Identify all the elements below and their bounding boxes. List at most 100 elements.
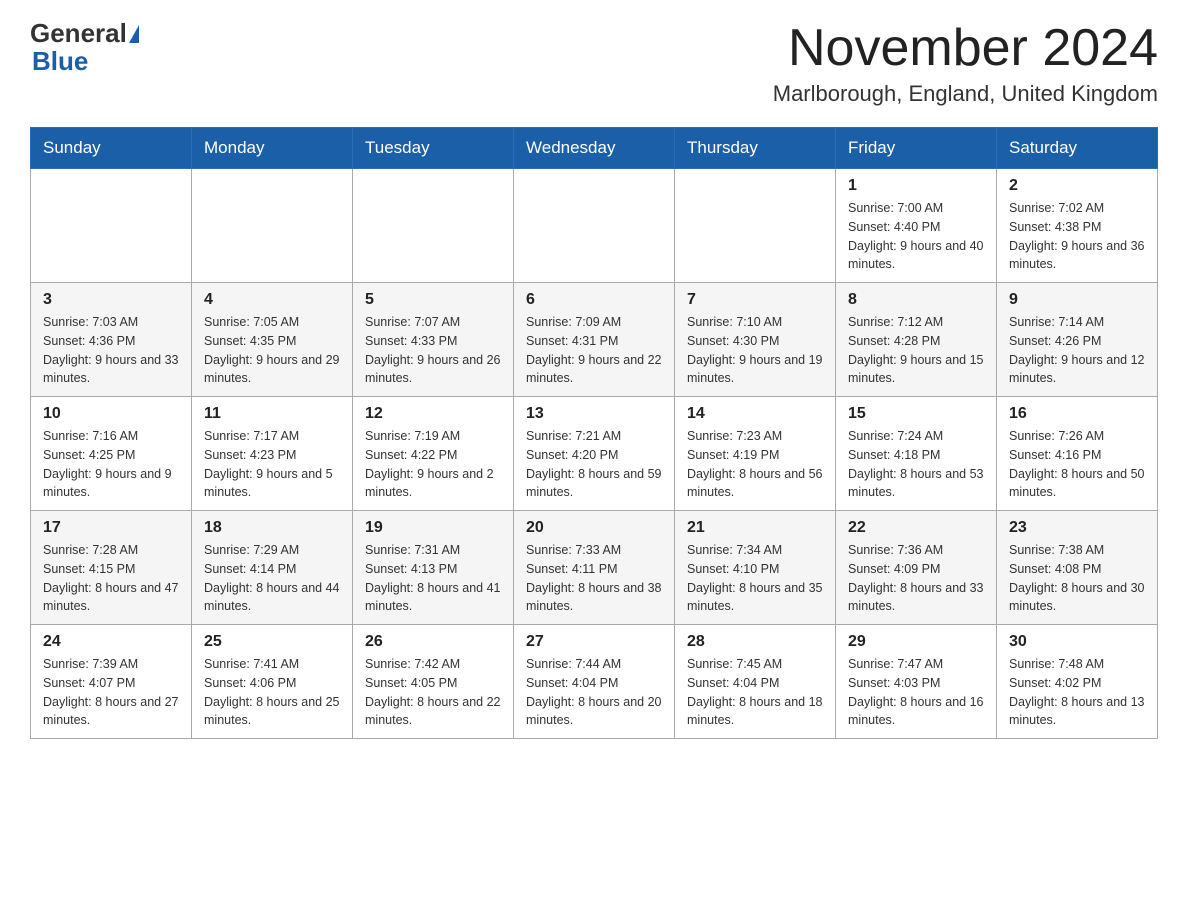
calendar-cell: 19 Sunrise: 7:31 AMSunset: 4:13 PMDayligh…	[353, 511, 514, 625]
day-info: Sunrise: 7:39 AMSunset: 4:07 PMDaylight:…	[43, 655, 179, 730]
calendar-cell: 7 Sunrise: 7:10 AMSunset: 4:30 PMDaylight…	[675, 283, 836, 397]
weekday-header-friday: Friday	[836, 128, 997, 169]
weekday-header-monday: Monday	[192, 128, 353, 169]
day-info: Sunrise: 7:24 AMSunset: 4:18 PMDaylight:…	[848, 427, 984, 502]
day-number: 7	[687, 291, 823, 309]
logo-blue-text: Blue	[32, 46, 88, 76]
day-number: 2	[1009, 177, 1145, 195]
calendar-cell: 10 Sunrise: 7:16 AMSunset: 4:25 PMDayligh…	[31, 397, 192, 511]
calendar-cell: 4Sunrise: 7:05 AMSunset: 4:35 PMDaylight…	[192, 283, 353, 397]
day-info: Sunrise: 7:28 AMSunset: 4:15 PMDaylight:…	[43, 541, 179, 616]
day-number: 18	[204, 519, 340, 537]
calendar-row: 10 Sunrise: 7:16 AMSunset: 4:25 PMDayligh…	[31, 397, 1158, 511]
day-number: 11	[204, 405, 340, 423]
calendar-cell: 8 Sunrise: 7:12 AMSunset: 4:28 PMDaylight…	[836, 283, 997, 397]
calendar-cell: 18 Sunrise: 7:29 AMSunset: 4:14 PMDayligh…	[192, 511, 353, 625]
day-info: Sunrise: 7:42 AMSunset: 4:05 PMDaylight:…	[365, 655, 501, 730]
calendar-cell	[514, 169, 675, 283]
calendar-cell	[31, 169, 192, 283]
day-number: 14	[687, 405, 823, 423]
day-info: Sunrise: 7:29 AMSunset: 4:14 PMDaylight:…	[204, 541, 340, 616]
weekday-header-wednesday: Wednesday	[514, 128, 675, 169]
weekday-header-saturday: Saturday	[997, 128, 1158, 169]
day-number: 22	[848, 519, 984, 537]
day-info: Sunrise: 7:03 AMSunset: 4:36 PMDaylight:…	[43, 313, 179, 388]
day-number: 25	[204, 633, 340, 651]
calendar-cell: 22 Sunrise: 7:36 AMSunset: 4:09 PMDayligh…	[836, 511, 997, 625]
day-info: Sunrise: 7:31 AMSunset: 4:13 PMDaylight:…	[365, 541, 501, 616]
calendar-cell: 13 Sunrise: 7:21 AMSunset: 4:20 PMDayligh…	[514, 397, 675, 511]
weekday-header-tuesday: Tuesday	[353, 128, 514, 169]
day-number: 21	[687, 519, 823, 537]
calendar-cell: 24 Sunrise: 7:39 AMSunset: 4:07 PMDayligh…	[31, 625, 192, 739]
day-info: Sunrise: 7:33 AMSunset: 4:11 PMDaylight:…	[526, 541, 662, 616]
day-info: Sunrise: 7:00 AMSunset: 4:40 PMDaylight:…	[848, 199, 984, 274]
day-info: Sunrise: 7:16 AMSunset: 4:25 PMDaylight:…	[43, 427, 179, 502]
day-info: Sunrise: 7:12 AMSunset: 4:28 PMDaylight:…	[848, 313, 984, 388]
day-number: 1	[848, 177, 984, 195]
day-number: 10	[43, 405, 179, 423]
calendar-cell: 16Sunrise: 7:26 AMSunset: 4:16 PMDayligh…	[997, 397, 1158, 511]
day-number: 19	[365, 519, 501, 537]
calendar-cell: 1 Sunrise: 7:00 AMSunset: 4:40 PMDaylight…	[836, 169, 997, 283]
calendar-cell: 15 Sunrise: 7:24 AMSunset: 4:18 PMDayligh…	[836, 397, 997, 511]
calendar-cell: 20Sunrise: 7:33 AMSunset: 4:11 PMDayligh…	[514, 511, 675, 625]
calendar-cell	[192, 169, 353, 283]
calendar-cell: 12 Sunrise: 7:19 AMSunset: 4:22 PMDayligh…	[353, 397, 514, 511]
month-title: November 2024	[773, 20, 1158, 77]
day-number: 15	[848, 405, 984, 423]
day-number: 17	[43, 519, 179, 537]
day-number: 29	[848, 633, 984, 651]
logo-general-text: General	[30, 20, 127, 46]
day-info: Sunrise: 7:34 AMSunset: 4:10 PMDaylight:…	[687, 541, 823, 616]
day-info: Sunrise: 7:14 AMSunset: 4:26 PMDaylight:…	[1009, 313, 1145, 388]
day-number: 30	[1009, 633, 1145, 651]
day-number: 4	[204, 291, 340, 309]
day-number: 24	[43, 633, 179, 651]
day-info: Sunrise: 7:21 AMSunset: 4:20 PMDaylight:…	[526, 427, 662, 502]
calendar-cell: 27Sunrise: 7:44 AMSunset: 4:04 PMDayligh…	[514, 625, 675, 739]
location-subtitle: Marlborough, England, United Kingdom	[773, 81, 1158, 107]
weekday-header-sunday: Sunday	[31, 128, 192, 169]
calendar-cell: 9 Sunrise: 7:14 AMSunset: 4:26 PMDaylight…	[997, 283, 1158, 397]
day-info: Sunrise: 7:10 AMSunset: 4:30 PMDaylight:…	[687, 313, 823, 388]
calendar-cell: 26 Sunrise: 7:42 AMSunset: 4:05 PMDayligh…	[353, 625, 514, 739]
day-number: 8	[848, 291, 984, 309]
day-info: Sunrise: 7:41 AMSunset: 4:06 PMDaylight:…	[204, 655, 340, 730]
day-info: Sunrise: 7:17 AMSunset: 4:23 PMDaylight:…	[204, 427, 340, 502]
day-number: 13	[526, 405, 662, 423]
day-info: Sunrise: 7:36 AMSunset: 4:09 PMDaylight:…	[848, 541, 984, 616]
day-number: 3	[43, 291, 179, 309]
logo: General Blue	[30, 20, 139, 77]
day-number: 26	[365, 633, 501, 651]
calendar-table: SundayMondayTuesdayWednesdayThursdayFrid…	[30, 127, 1158, 739]
day-info: Sunrise: 7:02 AMSunset: 4:38 PMDaylight:…	[1009, 199, 1145, 274]
calendar-header-row: SundayMondayTuesdayWednesdayThursdayFrid…	[31, 128, 1158, 169]
calendar-cell: 25 Sunrise: 7:41 AMSunset: 4:06 PMDayligh…	[192, 625, 353, 739]
calendar-row: 24 Sunrise: 7:39 AMSunset: 4:07 PMDayligh…	[31, 625, 1158, 739]
weekday-header-thursday: Thursday	[675, 128, 836, 169]
day-info: Sunrise: 7:23 AMSunset: 4:19 PMDaylight:…	[687, 427, 823, 502]
day-info: Sunrise: 7:07 AMSunset: 4:33 PMDaylight:…	[365, 313, 501, 388]
day-info: Sunrise: 7:44 AMSunset: 4:04 PMDaylight:…	[526, 655, 662, 730]
calendar-cell: 30 Sunrise: 7:48 AMSunset: 4:02 PMDayligh…	[997, 625, 1158, 739]
calendar-cell: 17 Sunrise: 7:28 AMSunset: 4:15 PMDayligh…	[31, 511, 192, 625]
calendar-row: 1 Sunrise: 7:00 AMSunset: 4:40 PMDaylight…	[31, 169, 1158, 283]
calendar-cell: 14 Sunrise: 7:23 AMSunset: 4:19 PMDayligh…	[675, 397, 836, 511]
calendar-cell: 5Sunrise: 7:07 AMSunset: 4:33 PMDaylight…	[353, 283, 514, 397]
day-info: Sunrise: 7:38 AMSunset: 4:08 PMDaylight:…	[1009, 541, 1145, 616]
day-info: Sunrise: 7:45 AMSunset: 4:04 PMDaylight:…	[687, 655, 823, 730]
day-info: Sunrise: 7:48 AMSunset: 4:02 PMDaylight:…	[1009, 655, 1145, 730]
calendar-cell	[675, 169, 836, 283]
calendar-row: 3 Sunrise: 7:03 AMSunset: 4:36 PMDaylight…	[31, 283, 1158, 397]
day-info: Sunrise: 7:47 AMSunset: 4:03 PMDaylight:…	[848, 655, 984, 730]
day-info: Sunrise: 7:19 AMSunset: 4:22 PMDaylight:…	[365, 427, 501, 502]
day-number: 28	[687, 633, 823, 651]
day-number: 9	[1009, 291, 1145, 309]
day-number: 6	[526, 291, 662, 309]
calendar-cell: 23 Sunrise: 7:38 AMSunset: 4:08 PMDayligh…	[997, 511, 1158, 625]
page-header: General Blue November 2024 Marlborough, …	[30, 20, 1158, 107]
calendar-cell: 6Sunrise: 7:09 AMSunset: 4:31 PMDaylight…	[514, 283, 675, 397]
day-number: 23	[1009, 519, 1145, 537]
day-number: 12	[365, 405, 501, 423]
